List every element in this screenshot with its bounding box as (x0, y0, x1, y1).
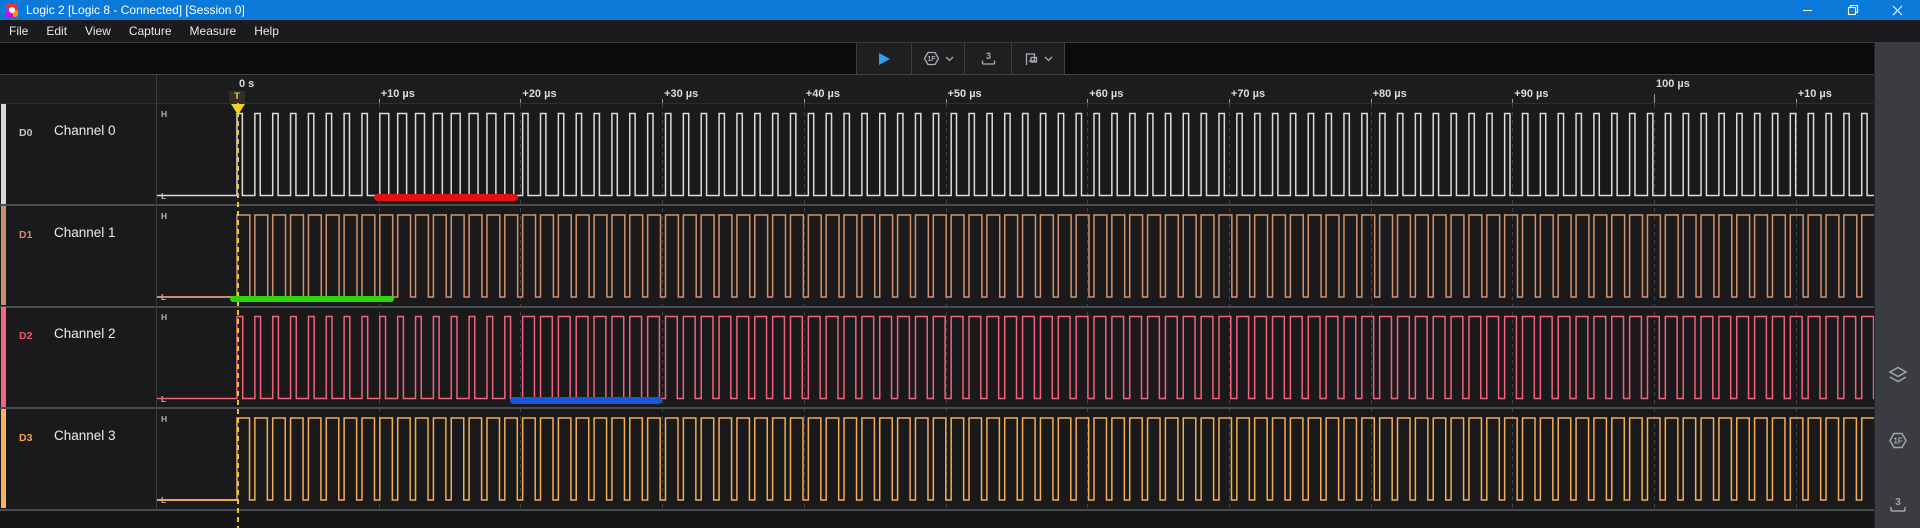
memory-buffer-button[interactable]: 3 (965, 43, 1012, 74)
waveform-area[interactable]: D0Channel 0HLD1Channel 1HLD2Channel 2HLD… (0, 103, 1874, 511)
ruler-3-icon: 3 (980, 50, 997, 67)
high-level-label: H (161, 211, 167, 221)
tick-label: +10 µs (381, 88, 415, 100)
hex-1f-icon: 1F (922, 50, 941, 67)
channel-color-strip (1, 206, 6, 306)
tick-label: +20 µs (522, 88, 556, 100)
chevron-down-icon (1044, 56, 1053, 62)
digital-waveform-D2 (157, 317, 1874, 399)
timeline-ruler[interactable]: 0 s +10 µs +20 µs +30 µs +40 µs +50 µs +60 µs +… (0, 74, 1874, 104)
measurement-annotation-bar[interactable] (510, 397, 662, 404)
minimize-icon (1802, 5, 1813, 16)
channel-name-label[interactable]: Channel 0 (54, 123, 116, 138)
analyzers-panel-button[interactable]: 1F (1875, 431, 1920, 450)
capture-mode-button[interactable] (1012, 43, 1064, 74)
digital-waveform-D3 (157, 418, 1874, 500)
tick-label: +50 µs (948, 88, 982, 100)
menu-edit[interactable]: Edit (37, 24, 76, 38)
measurement-annotation-bar[interactable] (374, 194, 517, 201)
channel-color-strip (1, 104, 6, 204)
logic-app-icon (5, 4, 18, 17)
logic2-window: Logic 2 [Logic 8 - Connected] [Session 0… (0, 0, 1920, 528)
channel-id-label[interactable]: D1 (19, 229, 32, 241)
tick-label: +90 µs (1514, 88, 1548, 100)
menu-bar: File Edit View Capture Measure Help (0, 20, 1920, 43)
high-level-label: H (161, 109, 167, 119)
hex-1f-icon: 1F (1887, 431, 1909, 450)
flag-icon (1023, 51, 1040, 67)
tick-label: 100 µs (1656, 78, 1690, 90)
right-sidebar: 1F 3 (1874, 43, 1920, 528)
pre-trigger-level-line (157, 296, 237, 298)
minimize-button[interactable] (1785, 0, 1830, 20)
channel-id-label[interactable]: D3 (19, 432, 32, 444)
channel-name-label[interactable]: Channel 3 (54, 428, 116, 443)
menu-capture[interactable]: Capture (120, 24, 181, 38)
digital-waveform-D1 (157, 215, 1874, 297)
trigger-time-line (237, 103, 239, 528)
menu-view[interactable]: View (76, 24, 120, 38)
svg-text:3: 3 (1895, 497, 1901, 508)
chevron-down-icon (945, 56, 954, 62)
menu-help[interactable]: Help (245, 24, 288, 38)
start-capture-button[interactable] (857, 43, 912, 74)
channel-color-strip (1, 409, 6, 509)
menu-measure[interactable]: Measure (181, 24, 246, 38)
channel-name-label[interactable]: Channel 2 (54, 326, 116, 341)
extensions-panel-button[interactable] (1875, 365, 1920, 385)
svg-text:1F: 1F (1893, 437, 1902, 446)
ruler-3-icon: 3 (1888, 495, 1908, 514)
title-bar[interactable]: Logic 2 [Logic 8 - Connected] [Session 0… (0, 0, 1920, 20)
pre-trigger-level-line (157, 398, 237, 400)
tick-label: 0 s (239, 78, 254, 90)
tick-label: +30 µs (664, 88, 698, 100)
tick-label: +70 µs (1231, 88, 1265, 100)
layers-icon (1886, 365, 1910, 385)
trigger-marker-badge[interactable]: T (229, 91, 245, 103)
toolbar-cluster: 1F 3 (856, 43, 1065, 74)
close-icon (1892, 5, 1903, 16)
restore-icon (1847, 4, 1859, 16)
device-settings-button[interactable]: 1F (912, 43, 965, 74)
svg-text:1F: 1F (927, 56, 936, 63)
channel-row-divider (0, 407, 1874, 409)
channel-name-label[interactable]: Channel 1 (54, 225, 116, 240)
menu-file[interactable]: File (0, 24, 37, 38)
tick-label: +10 µs (1798, 88, 1832, 100)
channel-row-divider (0, 509, 1874, 511)
pre-trigger-level-line (157, 195, 237, 197)
pre-trigger-level-line (157, 499, 237, 501)
svg-text:3: 3 (985, 51, 990, 61)
measurement-annotation-bar[interactable] (230, 296, 394, 303)
channel-row-divider (0, 204, 1874, 206)
tick-label: +80 µs (1373, 88, 1407, 100)
digital-waveform-D0 (157, 114, 1874, 196)
close-button[interactable] (1875, 0, 1920, 20)
channel-color-strip (1, 307, 6, 407)
window-title: Logic 2 [Logic 8 - Connected] [Session 0… (26, 3, 245, 17)
label-panel-divider (156, 74, 157, 510)
trigger-marker-icon[interactable] (231, 104, 245, 115)
channel-id-label[interactable]: D0 (19, 127, 32, 139)
play-icon (876, 51, 892, 67)
restore-button[interactable] (1830, 0, 1875, 20)
toolbar: 1F 3 (0, 43, 1920, 74)
high-level-label: H (161, 414, 167, 424)
window-controls (1785, 0, 1920, 20)
channel-id-label[interactable]: D2 (19, 330, 32, 342)
waveform-svg (0, 104, 1874, 511)
tick-label: +60 µs (1089, 88, 1123, 100)
channel-row-divider (0, 306, 1874, 308)
measurements-panel-button[interactable]: 3 (1875, 495, 1920, 514)
tick-label: +40 µs (806, 88, 840, 100)
high-level-label: H (161, 312, 167, 322)
